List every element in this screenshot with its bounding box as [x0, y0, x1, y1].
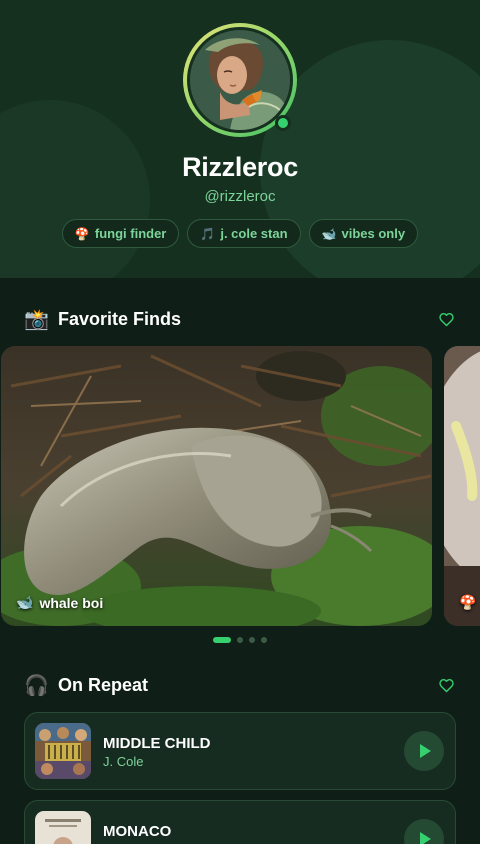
- play-icon: [420, 744, 431, 758]
- play-button[interactable]: [404, 731, 444, 771]
- avatar-image: [190, 30, 290, 130]
- tag-label: vibes only: [341, 226, 406, 241]
- section-title-text: Favorite Finds: [58, 308, 182, 329]
- section-title: 🎧 On Repeat: [24, 673, 148, 698]
- mushroom-icon: 🍄: [459, 594, 477, 610]
- favorite-finds-carousel[interactable]: 🐋 whale boi 🍄: [0, 346, 480, 626]
- mushroom-photo: [444, 346, 480, 626]
- profile-screen: Rizzleroc @rizzleroc 🍄 fungi finder 🎵 j.…: [0, 0, 480, 844]
- whale-icon: 🐋: [16, 594, 34, 610]
- profile-name: Rizzleroc: [182, 152, 298, 182]
- headphones-icon: 🎧: [24, 674, 49, 697]
- heart-outline-icon: [438, 678, 454, 692]
- pagination-dot[interactable]: [213, 637, 231, 643]
- favorite-finds-heart-button[interactable]: [436, 309, 456, 329]
- play-button[interactable]: [404, 819, 444, 844]
- pagination-dot[interactable]: [261, 637, 267, 643]
- album-art-image: [35, 723, 91, 779]
- profile-handle: @rizzleroc: [204, 188, 276, 205]
- find-card[interactable]: 🍄: [444, 346, 480, 626]
- section-title: 📸 Favorite Finds: [24, 307, 181, 332]
- tag-chip[interactable]: 🎵 j. cole stan: [187, 219, 301, 248]
- online-status-indicator: [275, 115, 291, 131]
- slug-photo: [1, 346, 432, 626]
- track-row[interactable]: MIDDLE CHILD J. Cole: [24, 712, 456, 790]
- music-note-icon: 🎵: [200, 226, 216, 241]
- track-title: MONACO: [103, 823, 172, 840]
- heart-outline-icon: [438, 312, 454, 326]
- section-title-text: On Repeat: [58, 674, 149, 695]
- find-card-caption: 🐋 whale boi: [16, 594, 103, 611]
- album-art: [35, 723, 91, 779]
- tag-chip[interactable]: 🍄 fungi finder: [61, 219, 180, 248]
- tag-label: fungi finder: [94, 226, 167, 241]
- on-repeat-heart-button[interactable]: [436, 675, 456, 695]
- tag-chip[interactable]: 🐋 vibes only: [308, 219, 419, 248]
- favorite-finds-header: 📸 Favorite Finds: [24, 305, 456, 333]
- profile-header: Rizzleroc @rizzleroc 🍄 fungi finder 🎵 j.…: [0, 0, 480, 278]
- pagination-dot[interactable]: [249, 637, 255, 643]
- find-card-caption-text: whale boi: [39, 594, 104, 611]
- track-row[interactable]: MONACO: [24, 800, 456, 844]
- carousel-pagination: [0, 637, 480, 643]
- on-repeat-header: 🎧 On Repeat: [24, 671, 456, 699]
- pagination-dot[interactable]: [237, 637, 243, 643]
- track-title: MIDDLE CHILD: [103, 735, 211, 752]
- whale-icon: 🐋: [321, 226, 337, 241]
- album-art: [35, 811, 91, 844]
- profile-tags: 🍄 fungi finder 🎵 j. cole stan 🐋 vibes on…: [0, 219, 480, 248]
- play-icon: [420, 832, 431, 844]
- album-art-image: [35, 811, 91, 844]
- track-artist: J. Cole: [103, 754, 144, 769]
- camera-icon: 📸: [24, 308, 49, 331]
- mushroom-icon: 🍄: [74, 226, 90, 241]
- find-card[interactable]: 🐋 whale boi: [1, 346, 432, 626]
- find-card-caption: 🍄: [459, 594, 476, 611]
- tag-label: j. cole stan: [220, 226, 288, 241]
